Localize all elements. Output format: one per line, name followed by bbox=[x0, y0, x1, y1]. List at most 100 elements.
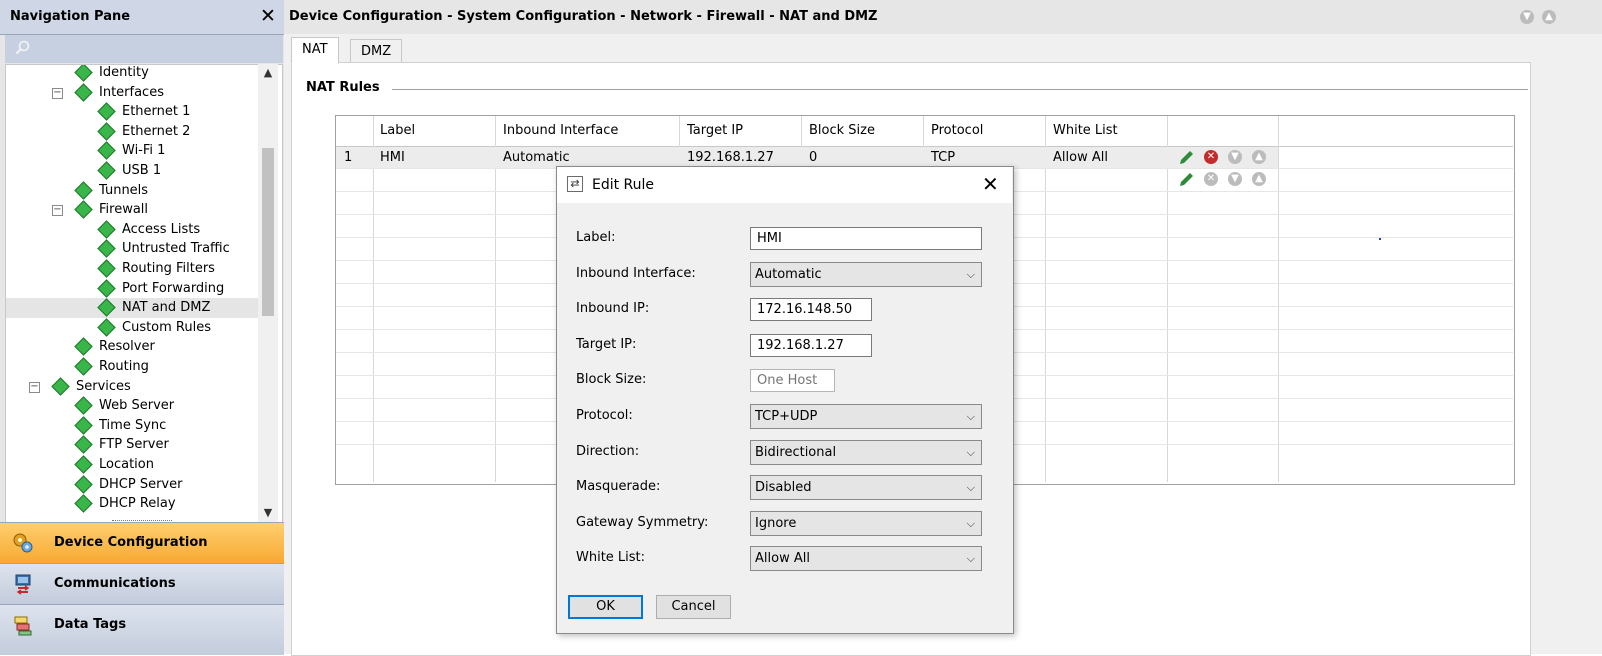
table-row[interactable] bbox=[336, 147, 1278, 168]
direction-select[interactable]: Bidirectional ⌵ bbox=[750, 440, 982, 465]
white-list-select[interactable]: Allow All ⌵ bbox=[750, 546, 982, 571]
tree-node-icon bbox=[97, 298, 116, 317]
tree-item[interactable]: DHCP Server bbox=[6, 474, 258, 495]
select-value: Automatic bbox=[755, 267, 822, 282]
tree-node-icon bbox=[97, 102, 116, 121]
tree-node-icon bbox=[74, 200, 93, 219]
tree-item[interactable]: Ethernet 2 bbox=[6, 122, 258, 142]
delete-icon[interactable]: ✕ bbox=[1204, 150, 1218, 164]
inbound-ip-input[interactable] bbox=[750, 298, 872, 321]
column-header-target-ip[interactable]: Target IP bbox=[687, 121, 743, 141]
block-size-input[interactable] bbox=[750, 369, 835, 392]
tree-node-icon bbox=[74, 474, 93, 494]
tree-item[interactable]: Port Forwarding bbox=[6, 278, 258, 299]
nav-button-communications[interactable]: Communications bbox=[0, 563, 284, 604]
tree-item-label: Identity bbox=[99, 65, 149, 80]
tree-item[interactable]: Routing bbox=[6, 357, 258, 377]
tree-node-icon bbox=[97, 259, 116, 278]
target-ip-input[interactable] bbox=[750, 334, 872, 357]
tree-node-icon bbox=[97, 220, 116, 239]
inbound-interface-select[interactable]: Automatic ⌵ bbox=[750, 262, 982, 287]
tree-node-icon bbox=[97, 141, 116, 161]
move-down-icon[interactable]: ▼ bbox=[1228, 150, 1242, 164]
tree-item[interactable]: USB 1 bbox=[6, 161, 258, 181]
tree-item[interactable]: Location bbox=[6, 455, 258, 475]
tree-item[interactable]: Tunnels bbox=[6, 180, 258, 201]
delete-icon[interactable]: ✕ bbox=[1204, 172, 1218, 186]
scroll-up-icon[interactable]: ▲ bbox=[258, 64, 278, 82]
select-value: Ignore bbox=[755, 516, 797, 531]
tree-item[interactable]: Web Server bbox=[6, 396, 258, 416]
label-input[interactable] bbox=[750, 227, 982, 250]
dialog-app-icon: ⇄ bbox=[567, 176, 583, 192]
cancel-button[interactable]: Cancel bbox=[656, 595, 731, 619]
grid-column-divider bbox=[495, 116, 496, 482]
move-down-icon[interactable]: ▼ bbox=[1228, 172, 1242, 186]
select-value: TCP+UDP bbox=[755, 409, 818, 424]
tree-item[interactable]: Access Lists bbox=[6, 220, 258, 240]
nav-pane-title: Navigation Pane bbox=[10, 9, 131, 24]
column-header-inbound-interface[interactable]: Inbound Interface bbox=[503, 121, 618, 141]
tree-node-icon bbox=[74, 416, 93, 435]
tree-item[interactable]: Identity bbox=[6, 65, 258, 83]
tree-item[interactable]: Ethernet 1 bbox=[6, 102, 258, 122]
masquerade-select[interactable]: Disabled ⌵ bbox=[750, 475, 982, 500]
cell-block-size: 0 bbox=[809, 150, 818, 165]
tree-item[interactable]: Custom Rules bbox=[6, 318, 258, 338]
white-list-label: White List: bbox=[576, 550, 646, 565]
chevron-down-icon: ⌵ bbox=[966, 552, 975, 565]
protocol-label: Protocol: bbox=[576, 408, 633, 423]
scroll-down-icon[interactable]: ▼ bbox=[258, 504, 278, 522]
edit-pencil-icon[interactable] bbox=[1178, 171, 1195, 188]
tree-item-label: Access Lists bbox=[122, 221, 201, 237]
arrow-up-circle-icon[interactable]: ▲ bbox=[1542, 10, 1556, 24]
tree-node-icon bbox=[74, 65, 93, 82]
close-icon[interactable]: ✕ bbox=[260, 6, 276, 26]
cell-protocol: TCP bbox=[931, 150, 956, 165]
tree-item[interactable]: − Services bbox=[6, 376, 258, 397]
nav-search-bar[interactable] bbox=[5, 35, 283, 63]
tree-item[interactable]: NAT and DMZ bbox=[6, 298, 258, 319]
tree-node-icon bbox=[97, 318, 116, 337]
close-icon[interactable]: ✕ bbox=[982, 174, 999, 194]
tree-item[interactable]: FTP Server bbox=[6, 435, 258, 455]
inbound-interface-label: Inbound Interface: bbox=[576, 266, 696, 281]
ok-button[interactable]: OK bbox=[568, 595, 643, 619]
tree-node-icon bbox=[74, 435, 93, 455]
column-header-block-size[interactable]: Block Size bbox=[809, 121, 875, 141]
tree-item[interactable]: Time Sync bbox=[6, 416, 258, 436]
collapse-icon[interactable]: − bbox=[29, 381, 40, 393]
tab-dmz[interactable]: DMZ bbox=[350, 39, 403, 64]
column-header-label[interactable]: Label bbox=[380, 121, 415, 141]
tree-item[interactable]: Wi-Fi 1 bbox=[6, 141, 258, 161]
move-up-icon[interactable]: ▲ bbox=[1252, 172, 1266, 186]
tree-item[interactable]: − Firewall bbox=[6, 200, 258, 220]
gateway-symmetry-select[interactable]: Ignore ⌵ bbox=[750, 511, 982, 536]
tree-item[interactable]: − Interfaces bbox=[6, 82, 258, 103]
tree-item-label: Routing bbox=[99, 359, 149, 374]
nav-tree-scroll-thumb[interactable] bbox=[262, 148, 274, 316]
grid-column-divider bbox=[373, 116, 374, 482]
edit-pencil-icon[interactable] bbox=[1178, 149, 1195, 166]
search-icon[interactable] bbox=[15, 40, 31, 56]
arrow-down-circle-icon[interactable]: ▼ bbox=[1520, 10, 1534, 24]
tree-item-label: Location bbox=[99, 457, 154, 472]
tab-nat[interactable]: NAT bbox=[291, 37, 339, 64]
select-value: Disabled bbox=[755, 480, 812, 495]
collapse-icon[interactable]: − bbox=[52, 205, 63, 217]
column-header-protocol[interactable]: Protocol bbox=[931, 121, 983, 141]
move-up-icon[interactable]: ▲ bbox=[1252, 150, 1266, 164]
column-header-white-list[interactable]: White List bbox=[1053, 121, 1118, 141]
cell-white-list: Allow All bbox=[1053, 150, 1108, 165]
nav-button-device-configuration[interactable]: Device Configuration bbox=[0, 522, 284, 563]
tree-item[interactable]: Untrusted Traffic bbox=[6, 239, 258, 259]
collapse-icon[interactable]: − bbox=[52, 87, 63, 99]
tree-item[interactable]: Resolver bbox=[6, 337, 258, 357]
tree-node-icon bbox=[51, 376, 70, 396]
tree-item-label: FTP Server bbox=[99, 437, 169, 453]
tree-item[interactable]: Routing Filters bbox=[6, 259, 258, 279]
grid-column-divider bbox=[1167, 116, 1168, 482]
tree-item[interactable]: DHCP Relay bbox=[6, 494, 258, 514]
protocol-select[interactable]: TCP+UDP ⌵ bbox=[750, 404, 982, 429]
nav-button-data-tags[interactable]: Data Tags bbox=[0, 604, 284, 655]
